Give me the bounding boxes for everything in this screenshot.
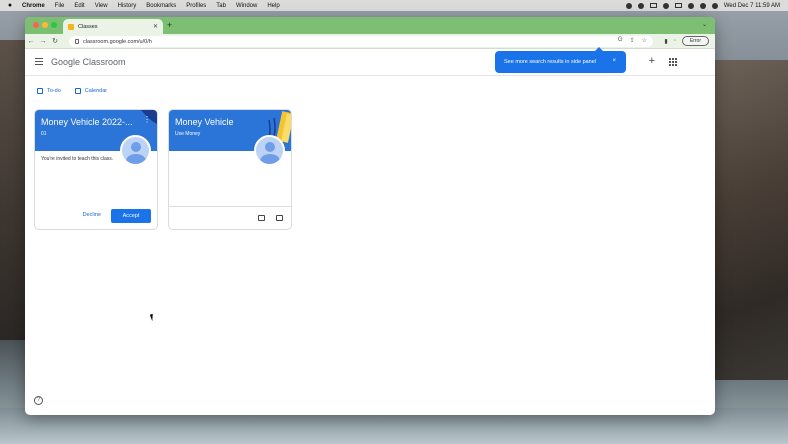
class-card[interactable]: Money Vehicle 2022-... 01 ⋮ You're invit…	[34, 109, 158, 230]
menu-bookmarks[interactable]: Bookmarks	[146, 3, 176, 9]
google-classroom-logo[interactable]: Google Classroom	[51, 57, 126, 67]
lock-icon[interactable]	[75, 39, 79, 44]
classroom-favicon-icon	[68, 23, 74, 30]
menu-help[interactable]: Help	[267, 3, 279, 9]
invite-text: You're invited to teach this class.	[41, 156, 114, 162]
control-center-icon[interactable]	[711, 2, 718, 9]
menu-tab[interactable]: Tab	[216, 3, 226, 9]
side-panel-icon[interactable]: ▮	[664, 38, 667, 45]
decline-button[interactable]: Decline	[83, 212, 101, 218]
teacher-avatar	[120, 135, 151, 166]
class-card-footer	[169, 206, 291, 229]
bookmark-star-icon[interactable]: ☆	[642, 37, 647, 44]
avatar-body	[260, 154, 280, 164]
main-menu-icon[interactable]	[35, 58, 43, 65]
mac-menubar: ● Chrome File Edit View History Bookmark…	[0, 0, 788, 11]
classroom-subnav: To-do Calendar	[37, 88, 107, 94]
desktop-wallpaper-right	[712, 60, 788, 380]
account-avatar[interactable]	[691, 58, 703, 66]
browser-window: Classes ✕ + ⌄ ← → ↻ classroom.google.com…	[25, 17, 715, 415]
logo-google-text: Google	[51, 57, 81, 67]
teacher-avatar	[254, 135, 285, 166]
todo-label: To-do	[47, 88, 61, 94]
status-icon[interactable]	[649, 3, 657, 8]
calendar-icon	[74, 88, 81, 94]
class-card[interactable]: Money Vehicle Use Money	[168, 109, 292, 230]
invite-actions: Decline Accept	[35, 209, 157, 223]
help-icon[interactable]: ?	[34, 396, 43, 405]
menu-edit[interactable]: Edit	[74, 3, 84, 9]
accept-button[interactable]: Accept	[111, 209, 151, 223]
forward-arrow-icon[interactable]: →	[37, 38, 49, 45]
browser-toolbar: ← → ↻ classroom.google.com/u/0/h G ⇪ ☆ ▮…	[25, 34, 715, 49]
menu-file[interactable]: File	[55, 3, 65, 9]
class-title[interactable]: Money Vehicle 2022-...	[41, 117, 133, 127]
reload-icon[interactable]: ↻	[49, 37, 61, 45]
avatar-body	[126, 154, 146, 164]
logo-product-text: Classroom	[82, 57, 126, 67]
calendar-label: Calendar	[84, 88, 108, 94]
close-popup-icon[interactable]: ×	[612, 58, 616, 64]
tab-title: Classes	[78, 23, 98, 30]
menu-window[interactable]: Window	[236, 3, 257, 9]
profile-icon[interactable]: ◦	[674, 38, 676, 44]
tab-classes[interactable]: Classes ✕	[63, 19, 163, 34]
menu-app-name[interactable]: Chrome	[22, 3, 45, 9]
add-class-plus-icon[interactable]: +	[649, 56, 655, 67]
apple-icon[interactable]: ●	[6, 2, 14, 10]
class-title[interactable]: Money Vehicle	[175, 117, 234, 127]
tab-search-chevron-icon[interactable]: ⌄	[702, 21, 707, 28]
google-apps-icon[interactable]	[669, 57, 677, 66]
menu-history[interactable]: History	[118, 3, 137, 9]
todo-link[interactable]: To-do	[37, 88, 61, 94]
battery-icon[interactable]	[674, 3, 682, 8]
popup-text: See more search results in side panel	[504, 59, 597, 65]
class-subtitle: 01	[41, 131, 47, 137]
popup-arrow	[595, 47, 603, 51]
google-lens-icon[interactable]: G	[618, 37, 623, 44]
new-tab-button[interactable]: +	[167, 20, 172, 30]
avatar-head	[265, 142, 275, 152]
todo-icon	[37, 88, 43, 94]
error-button[interactable]: Error	[681, 36, 709, 46]
status-icon[interactable]	[662, 2, 669, 9]
class-subtitle: Use Money	[175, 131, 201, 137]
menubar-status-area: Wed Dec 7 11:59 AM	[625, 2, 788, 9]
close-window-button[interactable]	[33, 22, 39, 28]
folder-icon[interactable]	[276, 215, 283, 221]
menu-profiles[interactable]: Profiles	[186, 3, 206, 9]
header-actions: +	[649, 56, 703, 67]
status-icon[interactable]	[625, 2, 632, 9]
tab-strip: Classes ✕ + ⌄	[25, 17, 715, 34]
share-icon[interactable]: ⇪	[630, 37, 635, 44]
close-tab-icon[interactable]: ✕	[153, 23, 158, 30]
gradebook-icon[interactable]	[258, 215, 265, 221]
menubar-clock[interactable]: Wed Dec 7 11:59 AM	[724, 3, 780, 9]
menu-view[interactable]: View	[95, 3, 108, 9]
minimize-window-button[interactable]	[42, 22, 48, 28]
zoom-window-button[interactable]	[51, 22, 57, 28]
avatar-head	[131, 142, 141, 152]
omnibox-icons: G ⇪ ☆	[618, 37, 647, 44]
address-bar[interactable]: classroom.google.com/u/0/h G ⇪ ☆	[69, 36, 653, 47]
search-icon[interactable]	[699, 2, 706, 9]
calendar-link[interactable]: Calendar	[74, 88, 108, 94]
back-arrow-icon[interactable]: ←	[25, 38, 37, 45]
address-url: classroom.google.com/u/0/h	[83, 38, 152, 45]
status-icon[interactable]	[637, 2, 644, 9]
more-options-icon[interactable]: ⋮	[143, 115, 151, 124]
side-panel-popup[interactable]: See more search results in side panel ×	[495, 47, 626, 73]
toolbar-right: ▮ ◦ Error	[664, 36, 709, 46]
wifi-icon[interactable]	[687, 2, 694, 9]
